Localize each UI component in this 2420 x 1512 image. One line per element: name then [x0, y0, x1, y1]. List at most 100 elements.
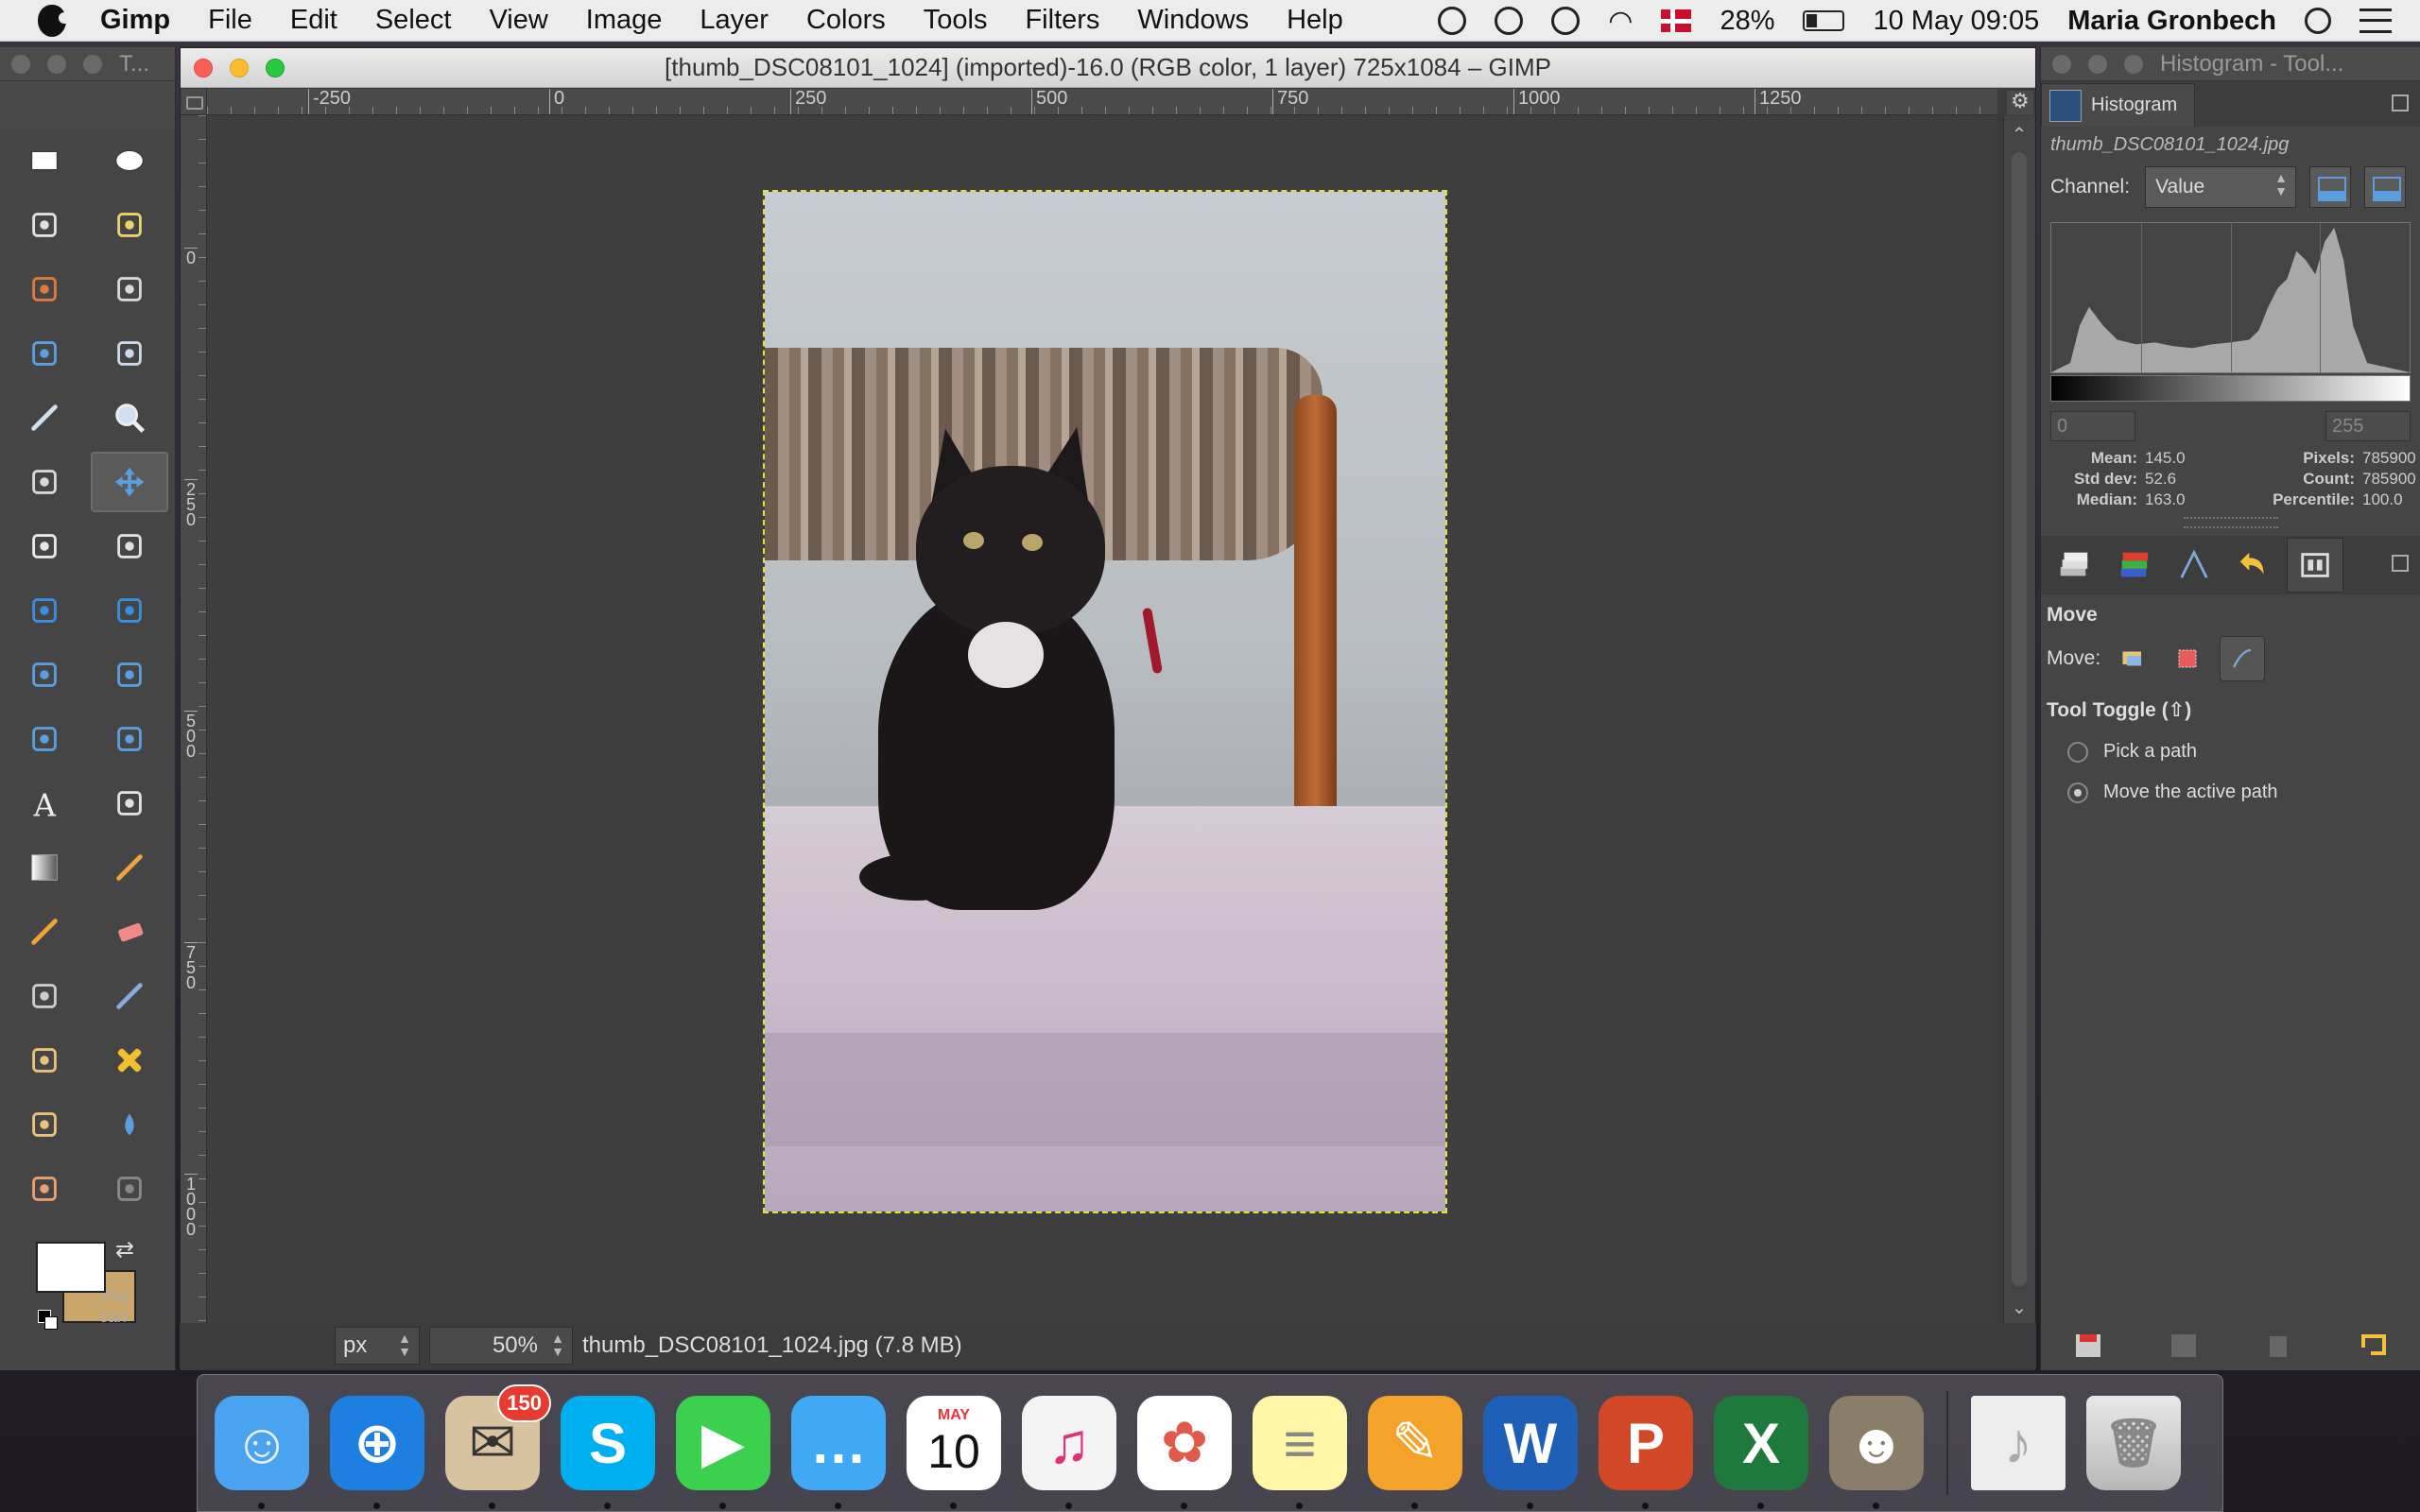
spotlight-search-icon[interactable] [2305, 8, 2331, 34]
unit-spinner-icon[interactable]: ▲ ▼ [394, 1332, 415, 1360]
radio-move-active-path[interactable] [2067, 782, 2088, 803]
close-button[interactable] [11, 54, 30, 74]
range-low-input[interactable]: 0 [2050, 411, 2135, 441]
tab-undo-history[interactable] [2226, 538, 2283, 593]
swap-colors-icon[interactable]: ⇄ [115, 1236, 134, 1263]
menu-edit[interactable]: Edit [290, 5, 337, 36]
tool-clone[interactable] [2, 1028, 87, 1092]
tool-paths[interactable] [87, 321, 172, 386]
app-menu[interactable]: Gimp [100, 5, 170, 36]
danish-flag-input-icon[interactable] [1661, 9, 1692, 32]
tool-align[interactable] [2, 514, 87, 578]
reset-colors-icon[interactable] [38, 1310, 58, 1330]
scroll-down-icon[interactable]: ⌄ [2008, 1297, 2031, 1319]
horizontal-ruler[interactable]: -500-250025050075010001250 [207, 89, 1997, 115]
tool-dodge-burn[interactable] [87, 1157, 172, 1221]
wilber-drop-area[interactable] [0, 81, 175, 129]
checkmark-status-icon[interactable] [1438, 7, 1467, 35]
dock-finder-icon[interactable]: ☺ [215, 1396, 309, 1509]
battery-icon[interactable] [1803, 10, 1845, 31]
menu-layer[interactable]: Layer [700, 5, 769, 36]
tool-blend[interactable] [2, 835, 87, 900]
tool-text[interactable]: A [2, 771, 87, 835]
histogram-graph[interactable] [2050, 222, 2411, 373]
dock-skype-icon[interactable]: S [561, 1396, 655, 1509]
dock-powerpoint-icon[interactable]: P [1599, 1396, 1693, 1509]
range-high-input[interactable]: 255 [2325, 411, 2411, 441]
tool-shear[interactable] [2, 643, 87, 707]
dock-pages-icon[interactable]: ✎ [1368, 1396, 1462, 1509]
menu-select[interactable]: Select [375, 5, 452, 36]
log-histogram-button[interactable] [2364, 166, 2407, 208]
foreground-color-swatch[interactable] [36, 1242, 106, 1293]
tool-rotate[interactable] [2, 578, 87, 643]
restore-options-icon[interactable] [2168, 1329, 2200, 1361]
tool-foreground-select[interactable] [2, 321, 87, 386]
dock-trash-icon[interactable]: 🗑 [2086, 1396, 2181, 1490]
accessibility-icon[interactable] [1551, 7, 1581, 35]
tool-cage-transform[interactable] [87, 707, 172, 771]
menu-file[interactable]: File [208, 5, 252, 36]
tool-paintbrush[interactable] [2, 900, 87, 964]
tab-histogram[interactable]: Histogram [2041, 83, 2196, 127]
tool-ink[interactable] [87, 964, 172, 1028]
apple-menu-icon[interactable] [38, 4, 70, 37]
close-button[interactable] [2052, 54, 2071, 74]
tool-perspective-clone[interactable] [2, 1092, 87, 1157]
tool-scale[interactable] [87, 578, 172, 643]
dock-mail-icon[interactable]: ✉ 150 [445, 1384, 551, 1509]
dock-facetime-icon[interactable]: ▶ [676, 1396, 770, 1509]
zoom-button[interactable] [2124, 54, 2143, 74]
panel-menu-icon[interactable] [2392, 94, 2409, 112]
option-move-active-path[interactable]: Move the active path [2041, 772, 2420, 813]
tool-blur[interactable] [87, 1092, 172, 1157]
menu-help[interactable]: Help [1287, 5, 1343, 36]
channel-select[interactable]: Value ▲ ▼ [2145, 166, 2297, 208]
zoom-select[interactable]: 50% ▲ ▼ [429, 1327, 573, 1365]
reset-options-icon[interactable] [2358, 1329, 2390, 1361]
menu-image[interactable]: Image [586, 5, 663, 36]
tool-eraser[interactable] [87, 900, 172, 964]
user-name[interactable]: Maria Gronbech [2067, 6, 2276, 37]
tool-fuzzy-select[interactable] [87, 193, 172, 257]
tab-paths[interactable] [2166, 538, 2222, 593]
radio-pick-path[interactable] [2067, 741, 2088, 763]
tool-select-by-color[interactable] [2, 257, 87, 321]
tool-ellipse-select[interactable] [87, 129, 172, 193]
tool-rect-select[interactable] [2, 129, 87, 193]
dock-word-icon[interactable]: W [1483, 1396, 1578, 1509]
scroll-up-icon[interactable]: ⌃ [2008, 124, 2031, 146]
dock-photos-icon[interactable]: ✿ [1137, 1396, 1232, 1509]
move-layer-button[interactable] [2110, 636, 2155, 681]
zoom-spinner-icon[interactable]: ▲ ▼ [547, 1332, 568, 1360]
tool-flip[interactable] [2, 707, 87, 771]
canvas-area[interactable] [208, 116, 1996, 1327]
wifi-icon[interactable]: ◠ [1608, 5, 1633, 38]
dock-music-document-icon[interactable]: ♪ [1971, 1396, 2066, 1490]
linear-histogram-button[interactable] [2309, 166, 2352, 208]
save-options-icon[interactable] [2072, 1329, 2104, 1361]
move-selection-button[interactable] [2165, 636, 2210, 681]
minimize-button[interactable] [2088, 54, 2107, 74]
dock-excel-icon[interactable]: X [1714, 1396, 1808, 1509]
tool-scissors-select[interactable] [87, 257, 172, 321]
vertical-scroll-thumb[interactable] [2012, 152, 2027, 1286]
tool-pencil[interactable] [87, 835, 172, 900]
vertical-scrollbar[interactable]: ⌃ ⌄ [2003, 116, 2035, 1327]
menu-windows[interactable]: Windows [1137, 5, 1249, 36]
menu-tools[interactable]: Tools [924, 5, 988, 36]
menu-filters[interactable]: Filters [1025, 5, 1099, 36]
dock-safari-icon[interactable]: ⊕ [330, 1396, 424, 1509]
vertical-ruler[interactable]: 0 250 500 750 1000 [181, 115, 207, 1327]
tool-perspective[interactable] [87, 643, 172, 707]
battery-percent[interactable]: 28% [1720, 6, 1774, 37]
dock-gimp-icon[interactable]: ☻ [1829, 1396, 1924, 1509]
delete-options-icon[interactable] [2262, 1329, 2294, 1361]
dock-itunes-icon[interactable]: ♫ [1022, 1396, 1116, 1509]
option-pick-path[interactable]: Pick a path [2041, 731, 2420, 772]
tool-smudge[interactable] [2, 1157, 87, 1221]
time-machine-icon[interactable] [1495, 7, 1524, 35]
pane-resize-handle[interactable] [2183, 517, 2278, 528]
selection-toggle-icon[interactable] [181, 89, 207, 115]
dock-calendar-icon[interactable]: MAY 10 [907, 1396, 1001, 1509]
